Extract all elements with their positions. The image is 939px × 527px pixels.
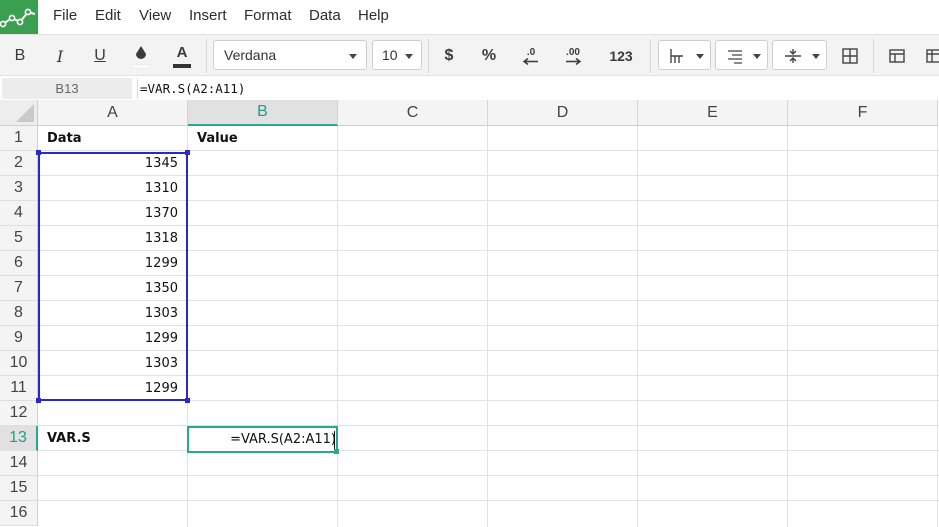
increase-decimals-label: .00 [566, 47, 580, 58]
row-header-5[interactable]: 5 [0, 226, 38, 251]
formula-range-highlight [36, 150, 190, 403]
row-header-7[interactable]: 7 [0, 276, 38, 301]
row-header-8[interactable]: 8 [0, 301, 38, 326]
row-header-14[interactable]: 14 [0, 451, 38, 476]
menu-view[interactable]: View [139, 7, 171, 24]
italic-button[interactable]: I [48, 41, 72, 71]
column-header-d[interactable]: D [488, 100, 638, 126]
insert-table-button[interactable] [922, 41, 939, 71]
column-header-b[interactable]: B [188, 100, 338, 126]
range-handle[interactable] [185, 398, 190, 403]
horizontal-align-select[interactable] [715, 40, 768, 70]
font-family-select[interactable]: Verdana [213, 40, 367, 70]
chevron-down-icon [753, 54, 761, 59]
row-header-4[interactable]: 4 [0, 201, 38, 226]
row-header-16[interactable]: 16 [0, 501, 38, 526]
row-header-2[interactable]: 2 [0, 151, 38, 176]
font-color-swatch [173, 63, 191, 68]
menu-data[interactable]: Data [309, 7, 341, 24]
vertical-align-icon [785, 49, 801, 63]
merge-cells-button[interactable] [838, 41, 862, 71]
formula-bar: B13 =VAR.S(A2:A11) [0, 76, 939, 100]
bold-button[interactable]: B [8, 41, 32, 71]
chevron-down-icon [349, 54, 357, 59]
menu-help[interactable]: Help [358, 7, 389, 24]
percent-format-button[interactable]: % [476, 41, 502, 71]
number-format-button[interactable]: 123 [603, 41, 639, 71]
toolbar: B I U A Verdana 10 $ % .0 .00 123 [0, 34, 939, 76]
column-header-c[interactable]: C [338, 100, 488, 126]
column-header-e[interactable]: E [638, 100, 788, 126]
formula-input[interactable]: =VAR.S(A2:A11) [137, 78, 937, 99]
grid-icon [926, 49, 939, 63]
font-family-value: Verdana [224, 47, 277, 63]
app-logo-icon[interactable] [0, 0, 38, 34]
paint-bucket-icon [131, 46, 151, 69]
column-header-a[interactable]: A [38, 100, 188, 126]
fill-color-button[interactable] [128, 41, 154, 71]
row-header-9[interactable]: 9 [0, 326, 38, 351]
decrease-decimals-button[interactable]: .0 [516, 41, 546, 71]
range-handle[interactable] [36, 398, 41, 403]
chevron-down-icon [405, 54, 413, 59]
menu-file[interactable]: File [53, 7, 77, 24]
cell-reference-box[interactable]: B13 [2, 78, 132, 99]
font-size-value: 10 [382, 47, 398, 63]
row-header-15[interactable]: 15 [0, 476, 38, 501]
cell-b1[interactable]: Value [188, 126, 338, 151]
row-header-11[interactable]: 11 [0, 376, 38, 401]
increase-decimals-button[interactable]: .00 [557, 41, 589, 71]
spreadsheet-grid: A B C D E F 1 2 3 4 5 6 7 8 9 10 11 12 1… [0, 100, 939, 527]
cell-editor-text[interactable]: =VAR.S(A2:A11) [189, 428, 336, 451]
row-header-3[interactable]: 3 [0, 176, 38, 201]
row-header-6[interactable]: 6 [0, 251, 38, 276]
vertical-align-select[interactable] [772, 40, 827, 70]
merge-cells-icon [842, 48, 858, 64]
menu-edit[interactable]: Edit [95, 7, 121, 24]
row-header-1[interactable]: 1 [0, 126, 38, 151]
row-header-10[interactable]: 10 [0, 351, 38, 376]
menu-format[interactable]: Format [244, 7, 292, 24]
chevron-down-icon [696, 54, 704, 59]
font-color-icon: A [176, 43, 188, 61]
menu-bar: File Edit View Insert Format Data Help [0, 0, 939, 34]
range-handle[interactable] [185, 150, 190, 155]
cell-a1[interactable]: Data [38, 126, 188, 151]
decrease-decimals-label: .0 [526, 47, 536, 58]
range-handle[interactable] [36, 150, 41, 155]
table-icon [889, 49, 905, 63]
align-right-icon [728, 50, 742, 64]
currency-format-button[interactable]: $ [437, 41, 461, 71]
arrow-right-icon [566, 58, 582, 65]
row-header-12[interactable]: 12 [0, 401, 38, 426]
active-cell-editor[interactable]: =VAR.S(A2:A11) [187, 426, 339, 454]
column-header-f[interactable]: F [788, 100, 938, 126]
font-size-select[interactable]: 10 [372, 40, 422, 70]
cell-a13[interactable]: VAR.S [38, 426, 188, 451]
text-cursor [334, 431, 335, 449]
borders-icon [670, 49, 683, 63]
row-header-13[interactable]: 13 [0, 426, 38, 451]
arrow-left-icon [522, 58, 538, 65]
select-all-corner[interactable] [0, 100, 38, 126]
fill-handle[interactable] [334, 449, 339, 454]
chevron-down-icon [812, 54, 820, 59]
menu-insert[interactable]: Insert [189, 7, 227, 24]
underline-button[interactable]: U [88, 41, 112, 71]
font-color-button[interactable]: A [168, 41, 196, 71]
table-button[interactable] [885, 41, 909, 71]
borders-select[interactable] [658, 40, 711, 70]
